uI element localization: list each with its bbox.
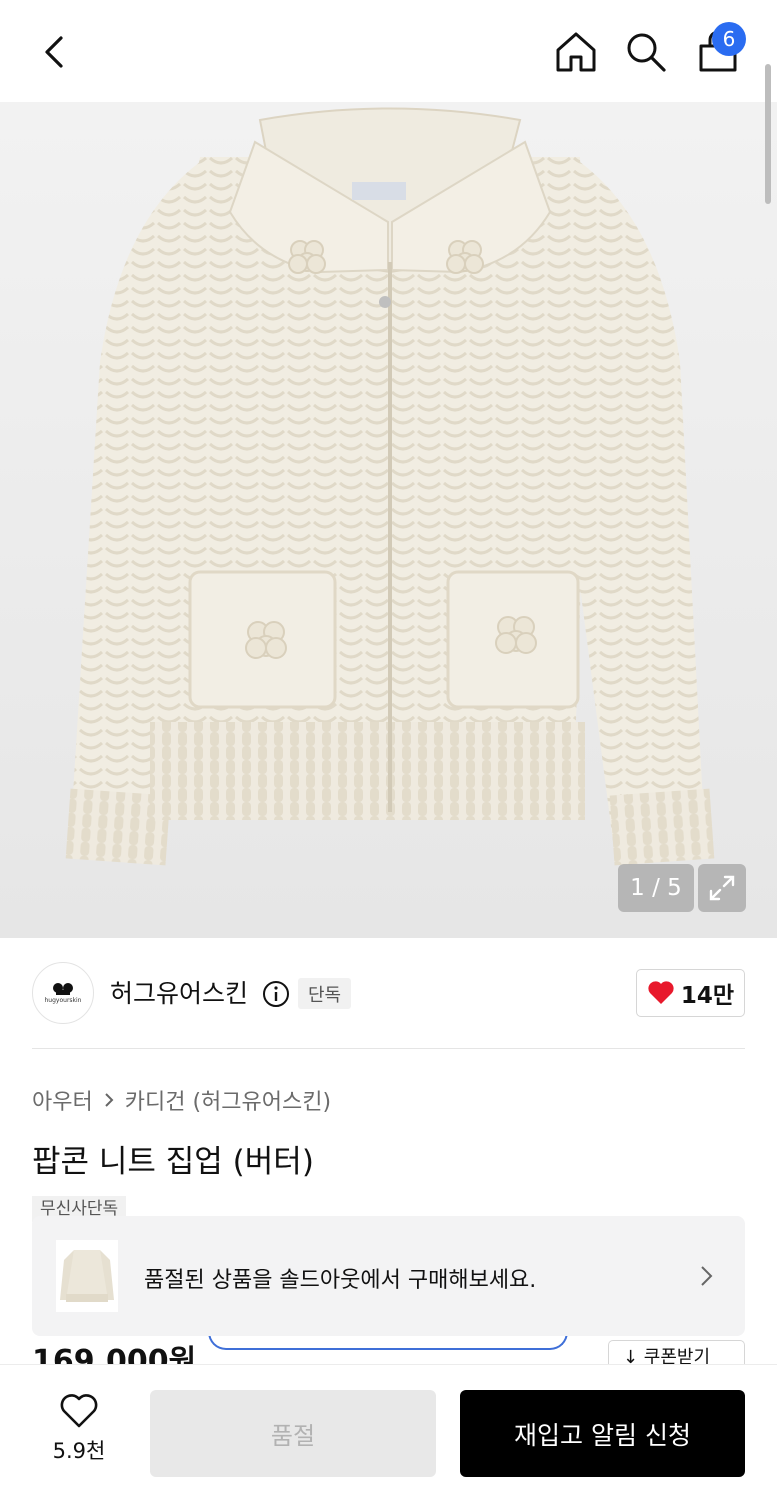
- product-title: 팝콘 니트 집업 (버터): [32, 1144, 314, 1180]
- soldout-product-thumbnail: [56, 1240, 118, 1312]
- breadcrumb-category[interactable]: 아우터: [32, 1084, 93, 1116]
- exclusive-badge: 단독: [298, 978, 352, 1009]
- heart-filled-icon: [648, 981, 674, 1004]
- chevron-right-icon: [105, 1093, 114, 1107]
- home-icon: [556, 32, 596, 72]
- brand-name-link[interactable]: 허그유어스킨: [110, 974, 248, 1010]
- product-image-carousel[interactable]: [0, 102, 777, 938]
- breadcrumb-subcategory[interactable]: 카디건 (허그유어스킨): [125, 1084, 331, 1116]
- product-image: [65, 107, 715, 866]
- expand-image-button[interactable]: [698, 864, 746, 912]
- search-icon: [627, 33, 666, 72]
- divider: [32, 1048, 745, 1049]
- chevron-left-icon: [45, 36, 63, 68]
- cart-count-badge: 6: [712, 22, 746, 56]
- bottom-action-bar: 5.9천 품절 재입고 알림 신청: [0, 1364, 777, 1500]
- chevron-right-icon: [701, 1266, 713, 1286]
- info-icon[interactable]: [262, 980, 290, 1008]
- breadcrumb: 아우터 카디건 (허그유어스킨): [32, 1084, 331, 1116]
- soldout-button: 품절: [150, 1390, 436, 1477]
- brand-logo[interactable]: hugyourskin: [32, 962, 94, 1024]
- expand-icon: [709, 875, 735, 901]
- top-header: [0, 0, 777, 102]
- coupon-button[interactable]: ↓ 쿠폰받기: [608, 1340, 745, 1366]
- restock-alert-button[interactable]: 재입고 알림 신청: [460, 1390, 745, 1477]
- soldout-banner-text: 품절된 상품을 솔드아웃에서 구매해보세요.: [144, 1268, 537, 1293]
- product-price: 169,000원: [32, 1344, 197, 1366]
- brand-logo-text: hugyourskin: [44, 997, 82, 1004]
- brand-mark-icon: [53, 983, 73, 995]
- soldout-banner[interactable]: 품절된 상품을 솔드아웃에서 구매해보세요.: [32, 1216, 745, 1336]
- home-button[interactable]: [546, 22, 606, 82]
- brand-like-count: 14만: [680, 983, 735, 1009]
- wishlist-button[interactable]: 5.9천: [34, 1393, 124, 1473]
- scrollbar[interactable]: [765, 64, 771, 204]
- back-button[interactable]: [26, 22, 86, 82]
- image-counter: 1 / 5: [618, 864, 694, 912]
- brand-like-button[interactable]: 14만: [636, 969, 745, 1017]
- wishlist-count: 5.9천: [52, 1439, 106, 1463]
- search-button[interactable]: [616, 22, 676, 82]
- heart-outline-icon: [60, 1394, 98, 1428]
